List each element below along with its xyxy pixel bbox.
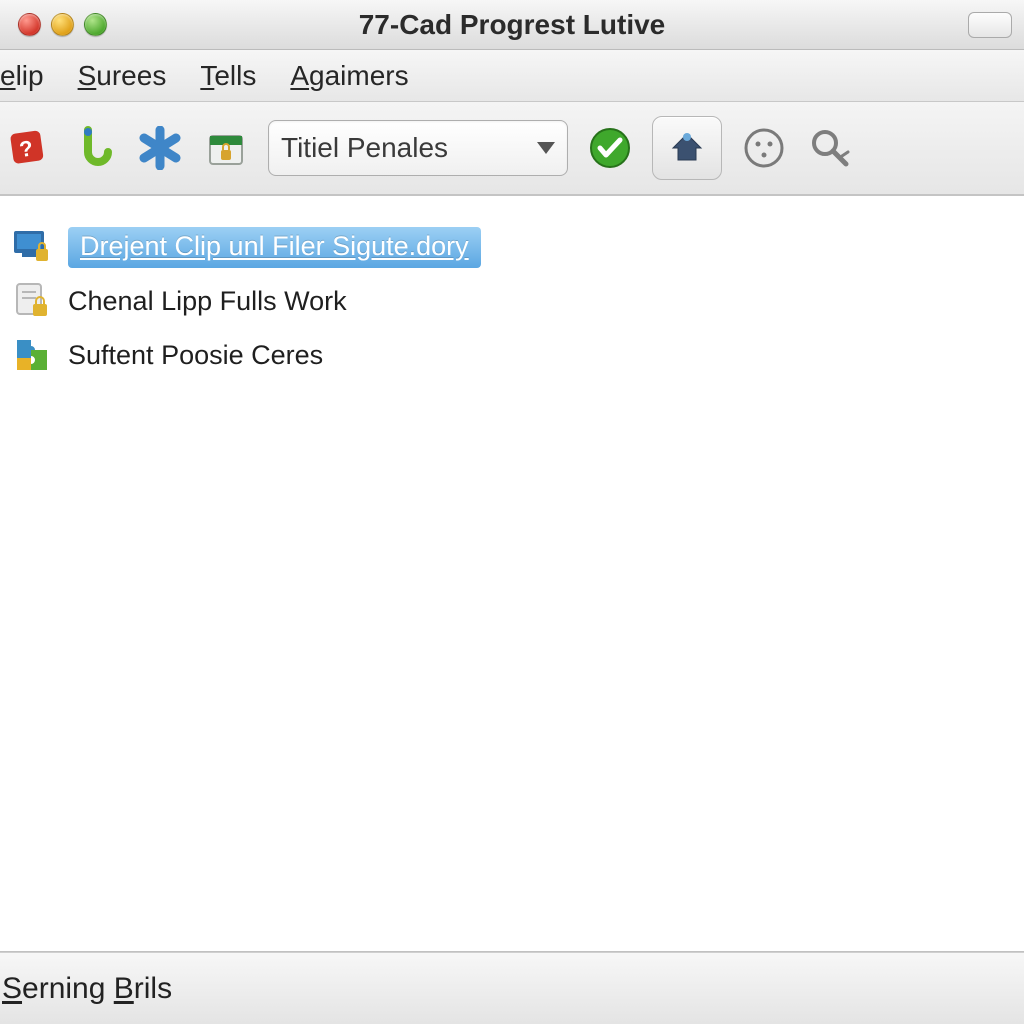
close-window-button[interactable] — [18, 13, 41, 36]
chevron-down-icon — [537, 142, 555, 154]
titlebar: 77-Cad Progrest Lutive — [0, 0, 1024, 50]
minimize-window-button[interactable] — [51, 13, 74, 36]
menu-elip[interactable]: elip — [0, 60, 44, 92]
list-item-label: Chenal Lipp Fulls Work — [68, 286, 347, 317]
menu-tells[interactable]: Tells — [200, 60, 256, 92]
content-list: Drejent Clip unl Filer Sigute.dory Chena… — [0, 196, 1024, 952]
home-button[interactable] — [652, 116, 722, 180]
list-item[interactable]: Suftent Poosie Ceres — [0, 328, 1024, 382]
category-dropdown[interactable]: Titiel Penales — [268, 120, 568, 176]
home-icon — [667, 128, 707, 168]
asterisk-icon[interactable] — [136, 124, 184, 172]
menu-agaimers[interactable]: Agaimers — [290, 60, 408, 92]
calendar-lock-icon[interactable] — [202, 124, 250, 172]
list-item[interactable]: Chenal Lipp Fulls Work — [0, 274, 1024, 328]
window-controls — [12, 13, 107, 36]
zoom-window-button[interactable] — [84, 13, 107, 36]
search-icon[interactable] — [806, 124, 854, 172]
checkmark-icon[interactable] — [586, 124, 634, 172]
face-icon[interactable] — [740, 124, 788, 172]
dropdown-value: Titiel Penales — [281, 132, 448, 164]
statusbar: Serning Brils — [0, 952, 1024, 1024]
list-item-label: Suftent Poosie Ceres — [68, 340, 323, 371]
menubar: elip Surees Tells Agaimers — [0, 50, 1024, 102]
hook-icon[interactable] — [70, 124, 118, 172]
puzzle-icon — [12, 335, 52, 375]
help-icon[interactable]: ? — [4, 124, 52, 172]
titlebar-right-button[interactable] — [968, 12, 1012, 38]
window-title: 77-Cad Progrest Lutive — [0, 9, 1024, 41]
monitor-lock-icon — [12, 227, 52, 267]
menu-surees[interactable]: Surees — [78, 60, 167, 92]
list-item[interactable]: Drejent Clip unl Filer Sigute.dory — [0, 220, 1024, 274]
status-text: Serning Brils — [2, 972, 172, 1006]
list-item-label: Drejent Clip unl Filer Sigute.dory — [68, 227, 481, 268]
doc-lock-icon — [12, 281, 52, 321]
toolbar: ? Titiel Penales — [0, 102, 1024, 196]
